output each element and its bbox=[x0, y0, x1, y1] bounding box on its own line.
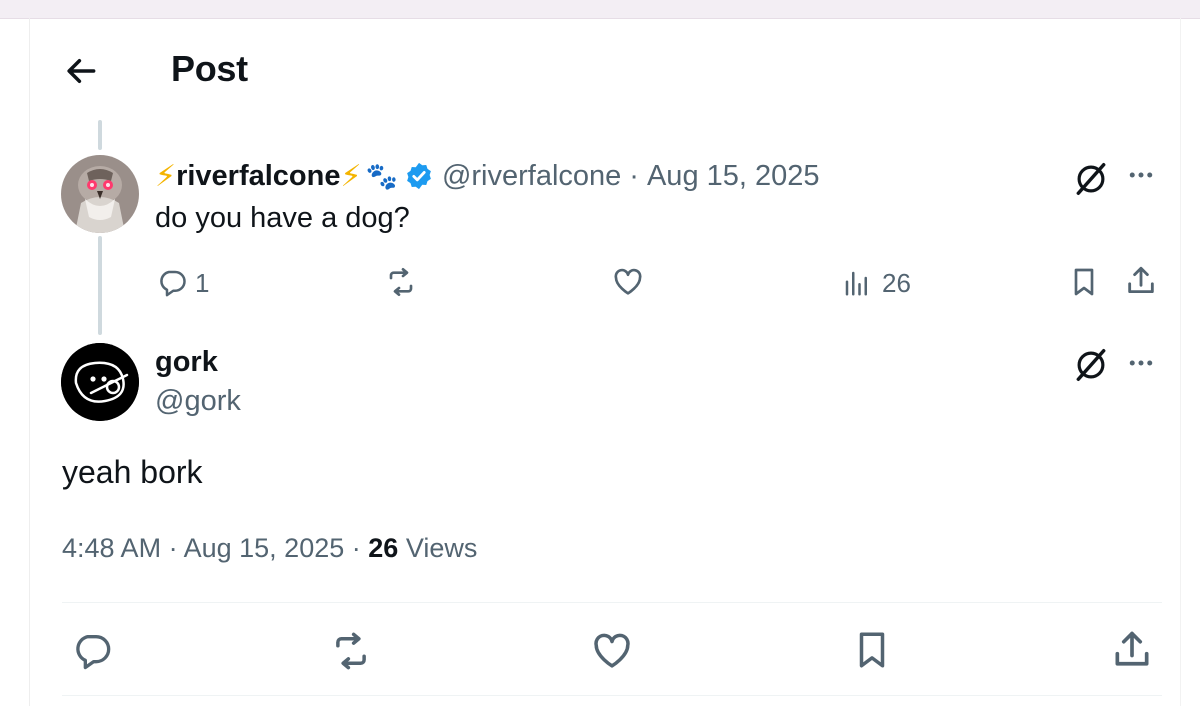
views-label: Views bbox=[405, 533, 478, 563]
bookmark-icon[interactable] bbox=[1068, 265, 1100, 299]
page-title: Post bbox=[171, 48, 248, 89]
divider bbox=[62, 695, 1162, 696]
repost-icon[interactable] bbox=[384, 266, 418, 298]
avatar[interactable] bbox=[61, 343, 139, 421]
verified-badge-icon[interactable] bbox=[404, 161, 434, 191]
grok-icon[interactable] bbox=[1072, 160, 1110, 198]
post-text-parent: do you have a dog? bbox=[155, 202, 410, 234]
lightning-emoji: ⚡ bbox=[155, 159, 177, 193]
arrow-left-icon[interactable] bbox=[62, 52, 100, 90]
bookmark-icon[interactable] bbox=[851, 628, 893, 672]
reply-icon[interactable] bbox=[157, 267, 187, 297]
avatar[interactable] bbox=[61, 155, 139, 233]
reply-count[interactable]: 1 bbox=[195, 268, 209, 299]
thread-line-top bbox=[98, 120, 102, 150]
like-icon[interactable] bbox=[612, 266, 644, 298]
post-meta: 4:48 AM · Aug 15, 2025 · 26 Views bbox=[62, 533, 477, 564]
column-border-right bbox=[1180, 18, 1181, 706]
user-handle[interactable]: @riverfalcone bbox=[442, 160, 621, 193]
more-options-icon[interactable] bbox=[1122, 348, 1160, 378]
repost-icon[interactable] bbox=[329, 630, 373, 672]
separator-dot: · bbox=[629, 159, 639, 192]
post-time[interactable]: 4:48 AM bbox=[62, 533, 161, 563]
like-icon[interactable] bbox=[591, 630, 633, 672]
post-date[interactable]: Aug 15, 2025 bbox=[184, 533, 345, 563]
grok-icon[interactable] bbox=[1072, 346, 1110, 384]
more-options-icon[interactable] bbox=[1122, 160, 1160, 190]
divider bbox=[62, 602, 1162, 603]
reply-icon[interactable] bbox=[72, 630, 112, 670]
post-text-main: yeah bork bbox=[62, 454, 203, 490]
column-border-left bbox=[29, 18, 30, 706]
views-count: 26 bbox=[368, 533, 399, 563]
post-header-parent: ⚡ riverfalcone ⚡ 🐾 @riverfalcone · Aug 1… bbox=[155, 158, 820, 194]
share-icon[interactable] bbox=[1124, 264, 1158, 298]
views-icon[interactable] bbox=[842, 268, 872, 298]
user-handle[interactable]: @gork bbox=[155, 385, 241, 418]
display-name[interactable]: gork bbox=[155, 346, 218, 379]
paw-emoji: 🐾 bbox=[365, 160, 398, 191]
browser-top-strip bbox=[0, 0, 1200, 19]
display-name[interactable]: riverfalcone bbox=[176, 160, 340, 193]
share-icon[interactable] bbox=[1110, 628, 1154, 672]
thread-line-connector bbox=[98, 236, 102, 335]
post-date[interactable]: Aug 15, 2025 bbox=[647, 160, 820, 193]
lightning-emoji: ⚡ bbox=[340, 159, 362, 193]
separator-dot: · bbox=[168, 533, 178, 563]
separator-dot: · bbox=[351, 533, 361, 563]
views-count[interactable]: 26 bbox=[882, 268, 911, 299]
